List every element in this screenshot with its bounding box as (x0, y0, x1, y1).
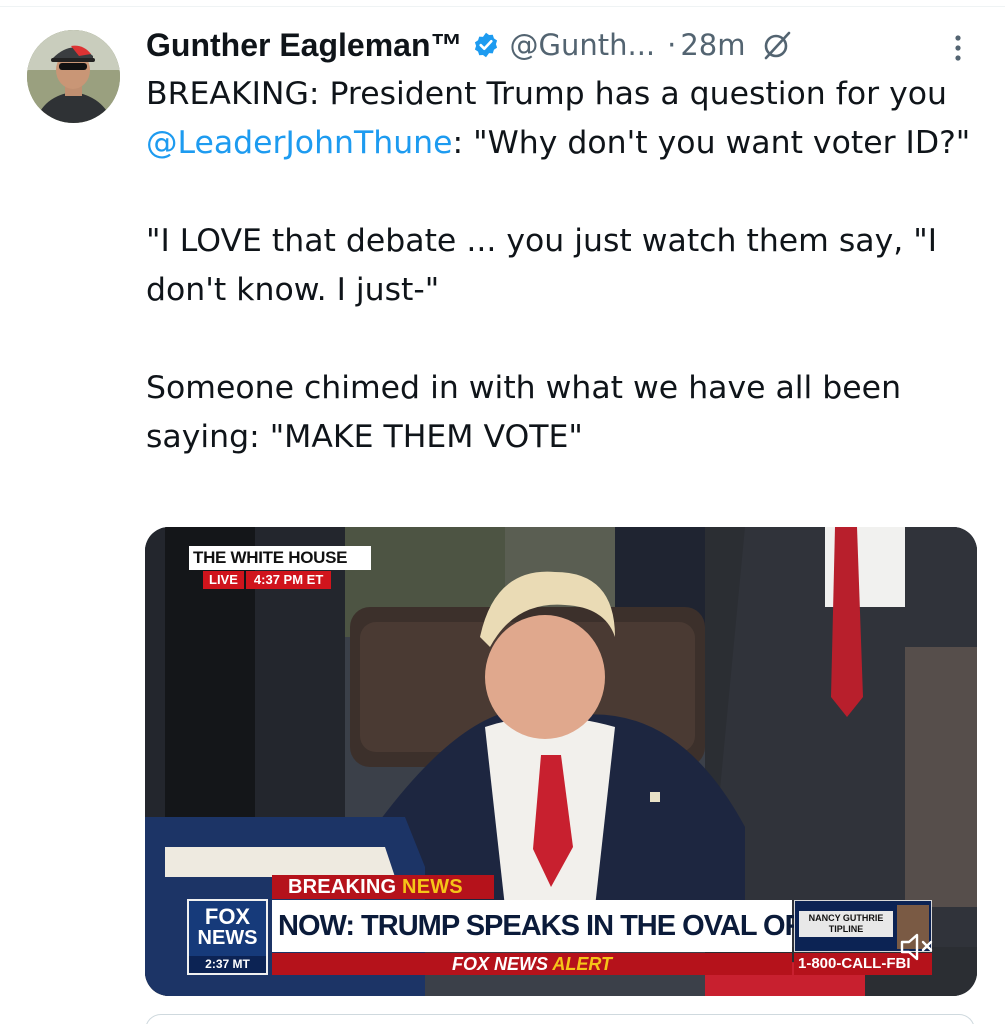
tweet-text: BREAKING: President Trump has a question… (146, 70, 976, 462)
author-handle[interactable]: @Gunth... (510, 28, 656, 62)
news-headline: NOW: TRUMP SPEAKS IN THE OVAL OFFICE (272, 900, 864, 952)
network-word: FOX (204, 904, 251, 929)
network-word: NEWS (197, 927, 258, 949)
tweet-paragraph: "I LOVE that debate ... you just watch t… (146, 223, 938, 308)
avatar[interactable] (27, 30, 120, 123)
network-clock: 2:37 MT (189, 956, 266, 973)
tipline-label: NANCY GUTHRIE TIPLINE (799, 911, 893, 937)
live-bug-title: THE WHITE HOUSE (189, 546, 371, 570)
separator-dot: · (667, 28, 677, 62)
grok-icon[interactable] (762, 30, 792, 60)
author-name[interactable]: Gunther Eagleman™ (146, 27, 463, 64)
tweet-text-segment: BREAKING: President Trump has a question… (146, 76, 947, 112)
tweet-header: Gunther Eagleman™ @Gunth... · 28m (146, 22, 792, 68)
tweet-timestamp[interactable]: 28m (680, 28, 745, 62)
tweet-paragraph: BREAKING: President Trump has a question… (146, 70, 976, 168)
network-logo: FOX NEWS 2:37 MT (187, 899, 268, 975)
news-alert-bar: FOX NEWS ALERT (272, 953, 792, 975)
live-bug: THE WHITE HOUSE LIVE 4:37 PM ET (189, 546, 371, 590)
live-time: 4:37 PM ET (245, 571, 332, 589)
mention-link[interactable]: @LeaderJohnThune (146, 125, 453, 161)
breaking-news-tab: BREAKING NEWS (272, 875, 494, 899)
next-card-edge (145, 1014, 975, 1024)
tweet-text-segment: : "Why don't you want voter ID?" (452, 125, 971, 161)
breaking-label: BREAKING (288, 876, 397, 898)
live-bug-row: LIVE 4:37 PM ET (203, 571, 332, 589)
live-badge: LIVE (203, 571, 244, 589)
tweet-paragraph: Someone chimed in with what we have all … (146, 370, 902, 455)
divider (0, 6, 1005, 7)
alert-word: ALERT (552, 954, 613, 974)
video-player[interactable]: THE WHITE HOUSE LIVE 4:37 PM ET BREAKING… (145, 527, 977, 996)
more-options-icon[interactable] (950, 32, 966, 64)
verified-badge-icon (474, 32, 497, 58)
alert-prefix: FOX NEWS (451, 954, 548, 974)
breaking-news-label: NEWS (402, 876, 463, 898)
user-avatar-icon (27, 30, 120, 123)
volume-muted-icon[interactable] (898, 930, 938, 964)
